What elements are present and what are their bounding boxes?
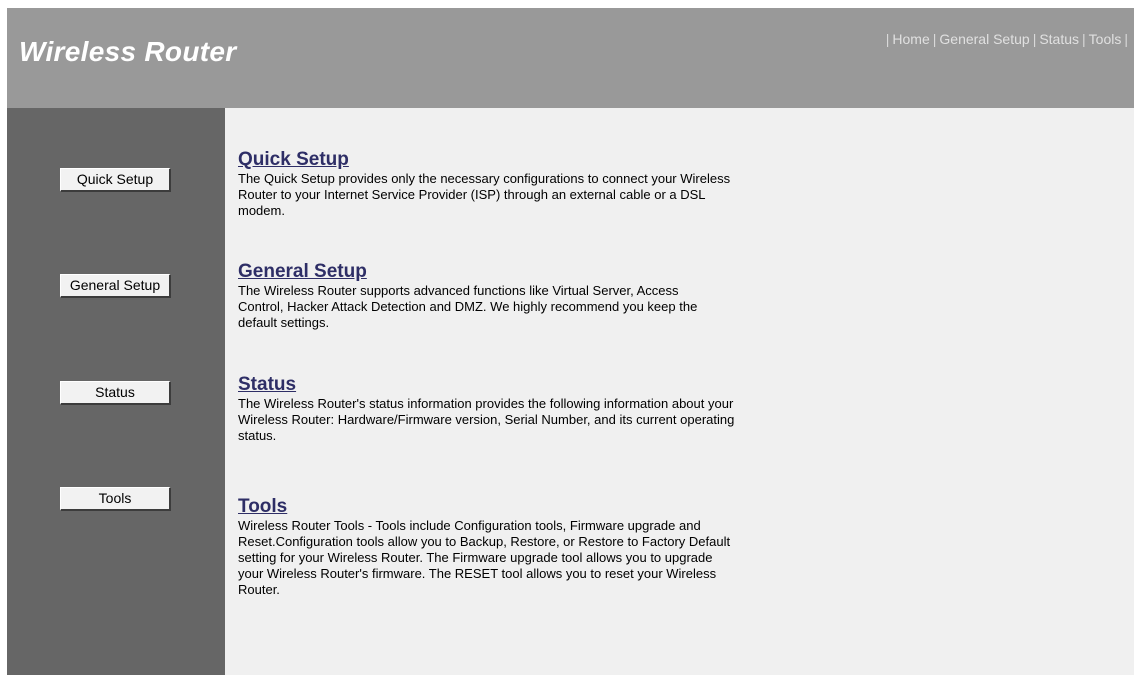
top-nav-status-link[interactable]: Status [1039, 31, 1079, 47]
top-nav-general-setup-link[interactable]: General Setup [939, 31, 1029, 47]
section-quick-setup: Quick Setup The Quick Setup provides onl… [238, 149, 758, 219]
general-setup-button[interactable]: General Setup [60, 274, 171, 298]
tools-heading-link[interactable]: Tools [238, 496, 758, 518]
top-nav: | Home | General Setup | Status | Tools | [885, 31, 1128, 47]
status-button[interactable]: Status [60, 381, 171, 405]
main-content: Quick Setup The Quick Setup provides onl… [225, 108, 1134, 675]
section-tools: Tools Wireless Router Tools - Tools incl… [238, 496, 758, 598]
quick-setup-button[interactable]: Quick Setup [60, 168, 171, 192]
sidebar: Quick Setup General Setup Status Tools [7, 108, 225, 675]
page-frame: Wireless Router | Home | General Setup | Stat… [7, 8, 1134, 675]
quick-setup-description: The Quick Setup provides only the necess… [238, 171, 731, 218]
section-general-setup: General Setup The Wireless Router suppor… [238, 261, 758, 331]
top-nav-tools-link[interactable]: Tools [1089, 31, 1122, 47]
status-heading-link[interactable]: Status [238, 374, 758, 396]
general-setup-heading-link[interactable]: General Setup [238, 261, 758, 283]
section-status: Status The Wireless Router's status info… [238, 374, 758, 444]
brand-title: Wireless Router [19, 36, 237, 67]
tools-button[interactable]: Tools [60, 487, 171, 511]
top-nav-home-link[interactable]: Home [892, 31, 929, 47]
general-setup-description: The Wireless Router supports advanced fu… [238, 283, 698, 330]
status-description: The Wireless Router's status information… [238, 396, 735, 443]
header-bar: Wireless Router | Home | General Setup | Stat… [7, 8, 1134, 108]
tools-description: Wireless Router Tools - Tools include Co… [238, 518, 731, 597]
quick-setup-heading-link[interactable]: Quick Setup [238, 149, 758, 171]
